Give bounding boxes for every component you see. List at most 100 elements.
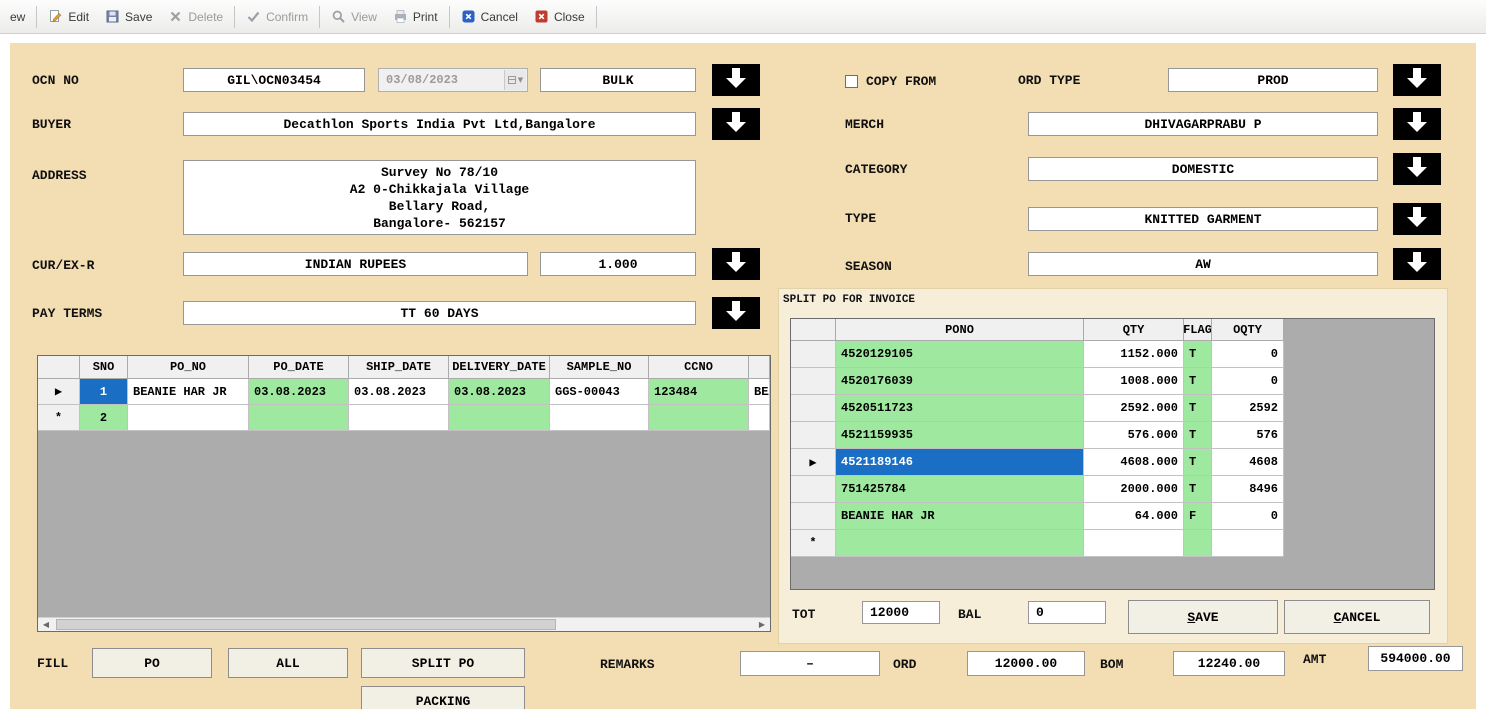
remarks-field[interactable]: – [740,651,880,676]
column-header-po_date[interactable]: PO_DATE [249,356,349,379]
cell-qty[interactable]: 1008.000 [1084,368,1184,395]
toolbar-button-edit[interactable]: Edit [40,4,97,30]
merch-dropdown-button[interactable] [1393,108,1441,140]
buyer-dropdown-button[interactable] [712,108,760,140]
po-table-hscrollbar[interactable]: ◀ ▶ [38,617,770,631]
cell-ccno[interactable] [649,405,749,431]
cell-delivery_date[interactable] [449,405,550,431]
cell-flag[interactable] [1184,530,1212,557]
cell-sno[interactable]: 2 [80,405,128,431]
split-po-button[interactable]: SPLIT PO [361,648,525,678]
column-header-sample_no[interactable]: SAMPLE_NO [550,356,649,379]
bulk-field[interactable]: BULK [540,68,696,92]
column-header-sno[interactable]: SNO [80,356,128,379]
cell-pono[interactable]: 4520129105 [836,341,1084,368]
address-field[interactable]: Survey No 78/10 A2 0-Chikkajala Village … [183,160,696,235]
cell-sample_no[interactable]: GGS-00043 [550,379,649,405]
cell-flag[interactable]: T [1184,395,1212,422]
cell-flag[interactable]: T [1184,422,1212,449]
cell-sample_no[interactable] [550,405,649,431]
cell-qty[interactable]: 576.000 [1084,422,1184,449]
cell-po_no[interactable]: BEANIE HAR JR [128,379,249,405]
season-dropdown-button[interactable] [1393,248,1441,280]
bal-field[interactable]: 0 [1028,601,1106,624]
type-field[interactable]: KNITTED GARMENT [1028,207,1378,231]
cell-ccno[interactable]: 123484 [649,379,749,405]
cell-pono[interactable]: BEANIE HAR JR [836,503,1084,530]
cell-oqty[interactable] [1212,530,1284,557]
category-dropdown-button[interactable] [1393,153,1441,185]
season-field[interactable]: AW [1028,252,1378,276]
merch-field[interactable]: DHIVAGARPRABU P [1028,112,1378,136]
cell-delivery_date[interactable]: 03.08.2023 [449,379,550,405]
cell-oqty[interactable]: 4608 [1212,449,1284,476]
date-dropdown-button[interactable]: ▼ [504,70,526,90]
save-button[interactable]: SAVE [1128,600,1278,634]
row-selector[interactable]: * [791,530,836,557]
ocn-dropdown-button[interactable] [712,64,760,96]
copy-from-checkbox[interactable] [845,75,858,88]
cell-flag[interactable]: F [1184,503,1212,530]
packing-button[interactable]: PACKING [361,686,525,709]
cell-flag[interactable]: T [1184,449,1212,476]
amt-field[interactable]: 594000.00 [1368,646,1463,671]
column-header-flag[interactable]: FLAG [1184,319,1212,341]
ord-type-field[interactable]: PROD [1168,68,1378,92]
exchange-rate-field[interactable]: 1.000 [540,252,696,276]
cell-extra[interactable] [749,405,770,431]
cell-ship_date[interactable]: 03.08.2023 [349,379,449,405]
ocn-date-picker[interactable]: 03/08/2023 ▼ [378,68,528,92]
cell-qty[interactable]: 1152.000 [1084,341,1184,368]
scroll-right-button[interactable]: ▶ [754,618,770,631]
ord-field[interactable]: 12000.00 [967,651,1085,676]
pay-terms-dropdown-button[interactable] [712,297,760,329]
cell-ship_date[interactable] [349,405,449,431]
currency-dropdown-button[interactable] [712,248,760,280]
cell-flag[interactable]: T [1184,476,1212,503]
all-button[interactable]: ALL [228,648,348,678]
cell-sno[interactable]: 1 [80,379,128,405]
cell-oqty[interactable]: 8496 [1212,476,1284,503]
cell-pono[interactable]: 4521159935 [836,422,1084,449]
column-header-pono[interactable]: PONO [836,319,1084,341]
type-dropdown-button[interactable] [1393,203,1441,235]
column-header-oqty[interactable]: OQTY [1212,319,1284,341]
cell-oqty[interactable]: 0 [1212,368,1284,395]
tot-field[interactable]: 12000 [862,601,940,624]
row-selector[interactable]: ▶ [38,379,80,405]
row-selector[interactable] [791,368,836,395]
column-header-qty[interactable]: QTY [1084,319,1184,341]
cell-pono[interactable]: 4520176039 [836,368,1084,395]
scroll-left-button[interactable]: ◀ [38,618,54,631]
cell-qty[interactable]: 2592.000 [1084,395,1184,422]
cell-oqty[interactable]: 576 [1212,422,1284,449]
cell-flag[interactable]: T [1184,341,1212,368]
row-selector[interactable] [791,503,836,530]
row-selector[interactable] [791,422,836,449]
cell-oqty[interactable]: 0 [1212,503,1284,530]
column-header-selector[interactable] [38,356,80,379]
toolbar-button-close[interactable]: Close [526,4,593,30]
scroll-track[interactable] [54,618,754,631]
cell-pono[interactable]: 751425784 [836,476,1084,503]
bom-field[interactable]: 12240.00 [1173,651,1285,676]
toolbar-button-cancel[interactable]: Cancel [453,4,526,30]
column-header-po_no[interactable]: PO_NO [128,356,249,379]
column-header-selector[interactable] [791,319,836,341]
cancel-button[interactable]: CANCEL [1284,600,1430,634]
ocn-no-field[interactable]: GIL\OCN03454 [183,68,365,92]
cell-qty[interactable] [1084,530,1184,557]
cell-qty[interactable]: 64.000 [1084,503,1184,530]
pay-terms-field[interactable]: TT 60 DAYS [183,301,696,325]
cell-pono[interactable] [836,530,1084,557]
column-header-ship_date[interactable]: SHIP_DATE [349,356,449,379]
cell-po_no[interactable] [128,405,249,431]
po-button[interactable]: PO [92,648,212,678]
currency-field[interactable]: INDIAN RUPEES [183,252,528,276]
cell-pono[interactable]: 4520511723 [836,395,1084,422]
row-selector[interactable] [791,341,836,368]
cell-po_date[interactable] [249,405,349,431]
cell-qty[interactable]: 4608.000 [1084,449,1184,476]
toolbar-button-new[interactable]: ew [2,4,33,30]
column-header-delivery_date[interactable]: DELIVERY_DATE [449,356,550,379]
